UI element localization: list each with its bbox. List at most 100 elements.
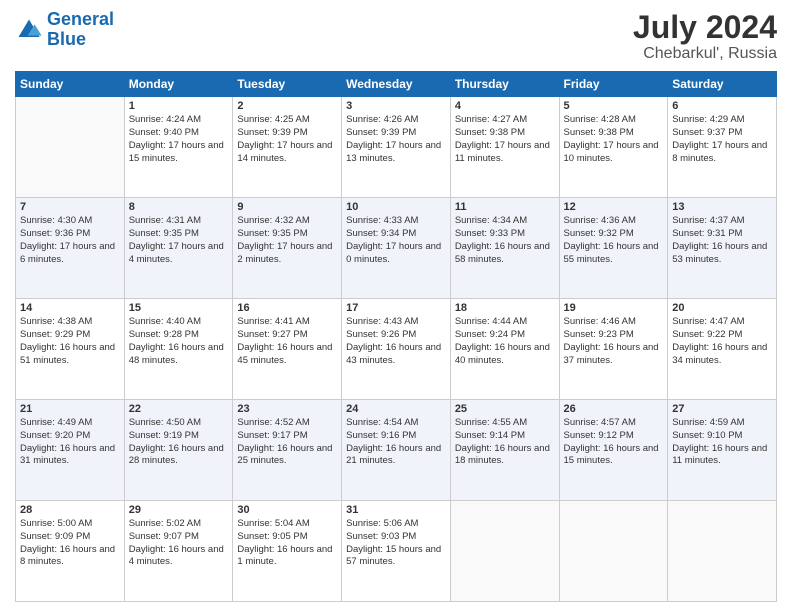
table-cell: 28Sunrise: 5:00 AMSunset: 9:09 PMDayligh… <box>16 501 125 602</box>
cell-info: Sunrise: 5:04 AMSunset: 9:05 PMDaylight:… <box>237 518 337 569</box>
day-number: 9 <box>237 201 337 213</box>
cell-info: Sunrise: 4:55 AMSunset: 9:14 PMDaylight:… <box>455 417 555 468</box>
logo-line2: Blue <box>47 29 86 49</box>
table-cell: 25Sunrise: 4:55 AMSunset: 9:14 PMDayligh… <box>450 400 559 501</box>
cell-info: Sunrise: 4:54 AMSunset: 9:16 PMDaylight:… <box>346 417 446 468</box>
table-cell: 31 Sunrise: 5:06 AMSunset: 9:03 PMDayligh… <box>342 501 451 602</box>
table-cell: 15 Sunrise: 4:40 AMSunset: 9:28 PMDayligh… <box>124 299 233 400</box>
day-number: 7 <box>20 201 120 213</box>
cell-info: Sunrise: 4:28 AMSunset: 9:38 PMDaylight:… <box>564 114 664 165</box>
table-cell: 17Sunrise: 4:43 AMSunset: 9:26 PMDayligh… <box>342 299 451 400</box>
cell-info: Sunrise: 5:00 AMSunset: 9:09 PMDaylight:… <box>20 518 120 569</box>
table-cell: 18 Sunrise: 4:44 AMSunset: 9:24 PMDayligh… <box>450 299 559 400</box>
cell-info: Sunrise: 4:47 AMSunset: 9:22 PMDaylight:… <box>672 316 772 367</box>
cell-info: Sunrise: 4:32 AMSunset: 9:35 PMDaylight:… <box>237 215 337 266</box>
logo-text: General Blue <box>47 10 114 50</box>
day-number: 31 <box>346 504 446 516</box>
table-cell: 11 Sunrise: 4:34 AMSunset: 9:33 PMDayligh… <box>450 198 559 299</box>
week-row-5: 28Sunrise: 5:00 AMSunset: 9:09 PMDayligh… <box>16 501 777 602</box>
table-cell: 5 Sunrise: 4:28 AMSunset: 9:38 PMDaylight… <box>559 97 668 198</box>
cell-info: Sunrise: 4:33 AMSunset: 9:34 PMDaylight:… <box>346 215 446 266</box>
calendar-table: Sunday Monday Tuesday Wednesday Thursday… <box>15 71 777 602</box>
cell-info: Sunrise: 4:59 AMSunset: 9:10 PMDaylight:… <box>672 417 772 468</box>
table-cell: 22 Sunrise: 4:50 AMSunset: 9:19 PMDayligh… <box>124 400 233 501</box>
table-cell <box>16 97 125 198</box>
logo: General Blue <box>15 10 114 50</box>
week-row-4: 21 Sunrise: 4:49 AMSunset: 9:20 PMDayligh… <box>16 400 777 501</box>
week-row-3: 14 Sunrise: 4:38 AMSunset: 9:29 PMDayligh… <box>16 299 777 400</box>
cell-info: Sunrise: 4:46 AMSunset: 9:23 PMDaylight:… <box>564 316 664 367</box>
table-cell: 6 Sunrise: 4:29 AMSunset: 9:37 PMDaylight… <box>668 97 777 198</box>
cell-info: Sunrise: 4:52 AMSunset: 9:17 PMDaylight:… <box>237 417 337 468</box>
table-cell <box>450 501 559 602</box>
col-friday: Friday <box>559 72 668 97</box>
cell-info: Sunrise: 4:38 AMSunset: 9:29 PMDaylight:… <box>20 316 120 367</box>
col-sunday: Sunday <box>16 72 125 97</box>
table-cell: 30 Sunrise: 5:04 AMSunset: 9:05 PMDayligh… <box>233 501 342 602</box>
day-number: 18 <box>455 302 555 314</box>
cell-info: Sunrise: 4:50 AMSunset: 9:19 PMDaylight:… <box>129 417 229 468</box>
table-cell: 21 Sunrise: 4:49 AMSunset: 9:20 PMDayligh… <box>16 400 125 501</box>
logo-line1: General <box>47 9 114 29</box>
day-number: 11 <box>455 201 555 213</box>
table-cell: 13Sunrise: 4:37 AMSunset: 9:31 PMDayligh… <box>668 198 777 299</box>
day-number: 6 <box>672 100 772 112</box>
day-number: 24 <box>346 403 446 415</box>
cell-info: Sunrise: 5:02 AMSunset: 9:07 PMDaylight:… <box>129 518 229 569</box>
day-number: 16 <box>237 302 337 314</box>
week-row-2: 7Sunrise: 4:30 AMSunset: 9:36 PMDaylight… <box>16 198 777 299</box>
cell-info: Sunrise: 4:49 AMSunset: 9:20 PMDaylight:… <box>20 417 120 468</box>
day-number: 12 <box>564 201 664 213</box>
table-cell: 10 Sunrise: 4:33 AMSunset: 9:34 PMDayligh… <box>342 198 451 299</box>
cell-info: Sunrise: 4:31 AMSunset: 9:35 PMDaylight:… <box>129 215 229 266</box>
day-number: 21 <box>20 403 120 415</box>
table-cell: 20 Sunrise: 4:47 AMSunset: 9:22 PMDayligh… <box>668 299 777 400</box>
day-number: 30 <box>237 504 337 516</box>
col-saturday: Saturday <box>668 72 777 97</box>
table-cell: 27 Sunrise: 4:59 AMSunset: 9:10 PMDayligh… <box>668 400 777 501</box>
table-cell: 8 Sunrise: 4:31 AMSunset: 9:35 PMDaylight… <box>124 198 233 299</box>
table-cell: 4 Sunrise: 4:27 AMSunset: 9:38 PMDaylight… <box>450 97 559 198</box>
day-number: 20 <box>672 302 772 314</box>
header: General Blue July 2024 Chebarkul', Russi… <box>15 10 777 63</box>
day-number: 26 <box>564 403 664 415</box>
cell-info: Sunrise: 4:29 AMSunset: 9:37 PMDaylight:… <box>672 114 772 165</box>
day-number: 3 <box>346 100 446 112</box>
cell-info: Sunrise: 4:57 AMSunset: 9:12 PMDaylight:… <box>564 417 664 468</box>
table-cell: 7Sunrise: 4:30 AMSunset: 9:36 PMDaylight… <box>16 198 125 299</box>
day-number: 14 <box>20 302 120 314</box>
table-cell: 9 Sunrise: 4:32 AMSunset: 9:35 PMDaylight… <box>233 198 342 299</box>
cell-info: Sunrise: 4:44 AMSunset: 9:24 PMDaylight:… <box>455 316 555 367</box>
table-cell <box>559 501 668 602</box>
col-monday: Monday <box>124 72 233 97</box>
col-tuesday: Tuesday <box>233 72 342 97</box>
day-number: 27 <box>672 403 772 415</box>
col-thursday: Thursday <box>450 72 559 97</box>
cell-info: Sunrise: 4:26 AMSunset: 9:39 PMDaylight:… <box>346 114 446 165</box>
cell-info: Sunrise: 4:34 AMSunset: 9:33 PMDaylight:… <box>455 215 555 266</box>
header-row: Sunday Monday Tuesday Wednesday Thursday… <box>16 72 777 97</box>
day-number: 8 <box>129 201 229 213</box>
cell-info: Sunrise: 5:06 AMSunset: 9:03 PMDaylight:… <box>346 518 446 569</box>
table-cell <box>668 501 777 602</box>
day-number: 19 <box>564 302 664 314</box>
cell-info: Sunrise: 4:27 AMSunset: 9:38 PMDaylight:… <box>455 114 555 165</box>
day-number: 17 <box>346 302 446 314</box>
cell-info: Sunrise: 4:36 AMSunset: 9:32 PMDaylight:… <box>564 215 664 266</box>
location-subtitle: Chebarkul', Russia <box>633 45 777 63</box>
table-cell: 3 Sunrise: 4:26 AMSunset: 9:39 PMDaylight… <box>342 97 451 198</box>
table-cell: 1Sunrise: 4:24 AMSunset: 9:40 PMDaylight… <box>124 97 233 198</box>
page: General Blue July 2024 Chebarkul', Russi… <box>0 0 792 612</box>
day-number: 15 <box>129 302 229 314</box>
title-block: July 2024 Chebarkul', Russia <box>633 10 777 63</box>
day-number: 5 <box>564 100 664 112</box>
cell-info: Sunrise: 4:37 AMSunset: 9:31 PMDaylight:… <box>672 215 772 266</box>
day-number: 22 <box>129 403 229 415</box>
cell-info: Sunrise: 4:40 AMSunset: 9:28 PMDaylight:… <box>129 316 229 367</box>
day-number: 4 <box>455 100 555 112</box>
cell-info: Sunrise: 4:24 AMSunset: 9:40 PMDaylight:… <box>129 114 229 165</box>
table-cell: 26 Sunrise: 4:57 AMSunset: 9:12 PMDayligh… <box>559 400 668 501</box>
table-cell: 14 Sunrise: 4:38 AMSunset: 9:29 PMDayligh… <box>16 299 125 400</box>
day-number: 10 <box>346 201 446 213</box>
table-cell: 23Sunrise: 4:52 AMSunset: 9:17 PMDayligh… <box>233 400 342 501</box>
